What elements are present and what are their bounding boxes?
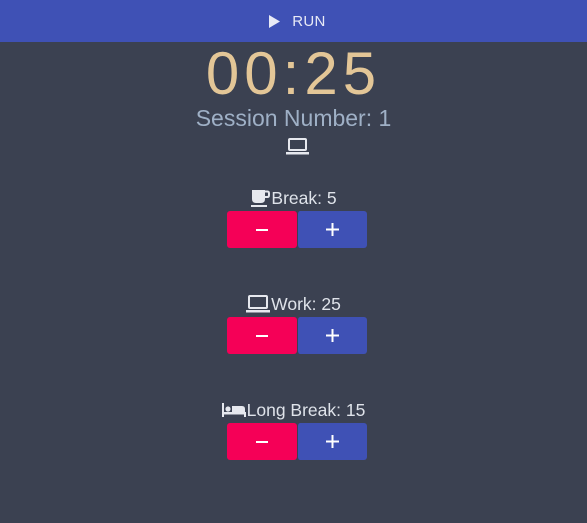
break-setting: Break: 5 <box>0 186 587 248</box>
timer-display: 00:25 <box>205 40 382 107</box>
work-decrement-button[interactable] <box>227 317 297 354</box>
session-number: Session Number: 1 <box>195 105 392 131</box>
coffee-cup-icon <box>250 189 271 208</box>
work-setting: Work: 25 <box>0 292 587 354</box>
long-break-setting: Long Break: 15 <box>0 398 587 460</box>
laptop-icon <box>286 138 309 160</box>
long-break-increment-button[interactable] <box>297 423 367 460</box>
run-button[interactable]: RUN <box>0 0 587 42</box>
laptop-icon <box>246 295 271 313</box>
play-icon <box>269 15 281 28</box>
break-label: Break: 5 <box>271 187 337 208</box>
long-break-label: Long Break: 15 <box>246 399 366 420</box>
work-label: Work: 25 <box>271 293 341 314</box>
bed-icon <box>221 402 246 418</box>
long-break-decrement-button[interactable] <box>227 423 297 460</box>
run-label: RUN <box>292 13 326 30</box>
work-increment-button[interactable] <box>297 317 367 354</box>
break-decrement-button[interactable] <box>227 211 297 248</box>
break-increment-button[interactable] <box>297 211 367 248</box>
